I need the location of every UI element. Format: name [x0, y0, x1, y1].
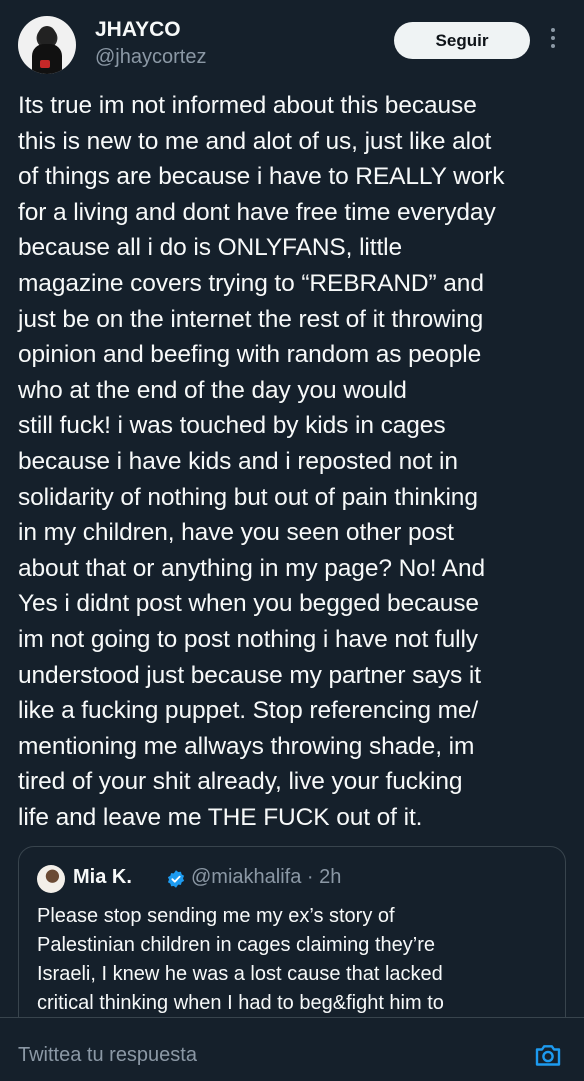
reply-bar: Twittea tu respuesta	[0, 1017, 584, 1081]
quoted-author-name: Mia K.	[73, 866, 132, 888]
verified-badge-icon	[167, 870, 185, 888]
more-vertical-icon[interactable]	[548, 28, 558, 52]
quoted-text: Please stop sending me my ex’s story of …	[37, 905, 444, 1014]
author-avatar[interactable]	[18, 16, 76, 74]
author-name[interactable]: JHAYCO	[95, 18, 181, 42]
follow-button[interactable]: Seguir	[394, 22, 530, 59]
quoted-handle-time: @miakhalifa · 2h	[191, 866, 342, 888]
camera-icon[interactable]	[533, 1040, 563, 1070]
author-handle[interactable]: @jhaycortez	[95, 46, 206, 69]
reply-input[interactable]: Twittea tu respuesta	[18, 1044, 197, 1067]
tweet-header: JHAYCO @jhaycortez Seguir	[0, 0, 584, 90]
tweet-text: Its true im not informed about this beca…	[18, 92, 505, 831]
quoted-avatar	[37, 865, 65, 893]
